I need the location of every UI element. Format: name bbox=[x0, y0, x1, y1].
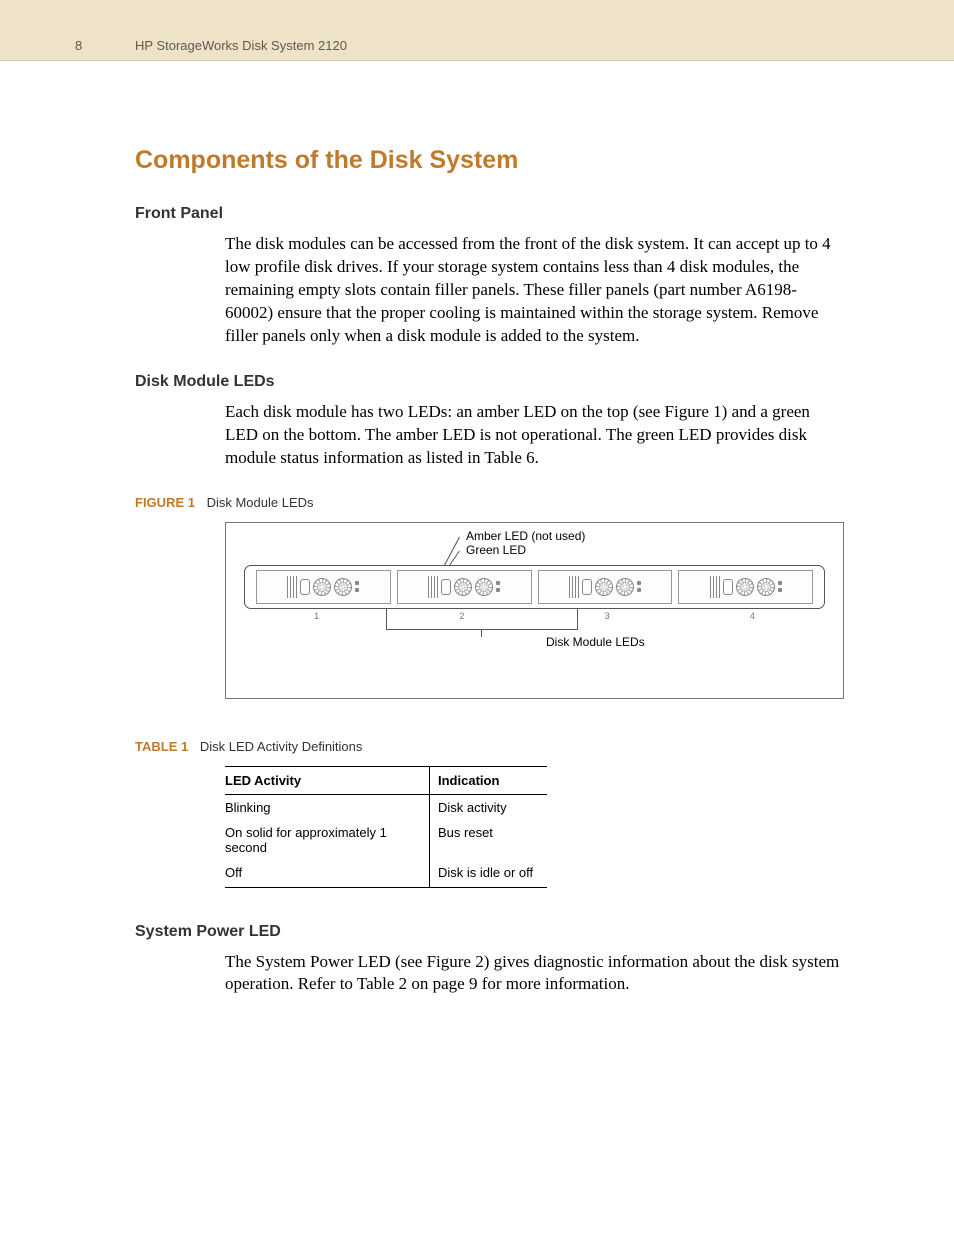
page-header: 8 HP StorageWorks Disk System 2120 bbox=[0, 0, 954, 61]
table-cell: Bus reset bbox=[430, 820, 548, 860]
bracket-stem bbox=[481, 629, 482, 637]
table-header: Indication bbox=[430, 766, 548, 794]
section-heading-front-panel: Front Panel bbox=[135, 205, 844, 223]
disk-module bbox=[397, 570, 532, 604]
section-heading-system-power-led: System Power LED bbox=[135, 923, 844, 941]
table-header-row: LED Activity Indication bbox=[225, 766, 547, 794]
table1-caption: TABLE 1 Disk LED Activity Definitions bbox=[135, 739, 844, 754]
slot-num: 3 bbox=[605, 611, 610, 621]
table-row: On solid for approximately 1 second Bus … bbox=[225, 820, 547, 860]
table1-caption-text: Disk LED Activity Definitions bbox=[200, 739, 363, 754]
section-body-system-power-led: The System Power LED (see Figure 2) give… bbox=[225, 951, 844, 997]
section-body-disk-module-leds: Each disk module has two LEDs: an amber … bbox=[225, 401, 844, 470]
figure1-label-amber: Amber LED (not used) bbox=[466, 529, 585, 543]
slot-num: 4 bbox=[750, 611, 755, 621]
disk-module bbox=[256, 570, 391, 604]
disk-module bbox=[678, 570, 813, 604]
page: 8 HP StorageWorks Disk System 2120 Compo… bbox=[0, 0, 954, 1235]
table-row: Off Disk is idle or off bbox=[225, 860, 547, 888]
section-heading-disk-module-leds: Disk Module LEDs bbox=[135, 373, 844, 391]
table1-caption-key: TABLE 1 bbox=[135, 739, 188, 754]
running-title: HP StorageWorks Disk System 2120 bbox=[135, 38, 347, 53]
table-cell: On solid for approximately 1 second bbox=[225, 820, 430, 860]
table1: LED Activity Indication Blinking Disk ac… bbox=[225, 766, 547, 888]
page-number: 8 bbox=[75, 38, 82, 53]
chassis-illustration bbox=[244, 565, 825, 609]
figure1-top-annotations: Amber LED (not used) Green LED bbox=[466, 529, 585, 558]
figure1-caption-text: Disk Module LEDs bbox=[207, 495, 314, 510]
content-area: Components of the Disk System Front Pane… bbox=[0, 61, 954, 1061]
table-row: Blinking Disk activity bbox=[225, 794, 547, 820]
figure1: Amber LED (not used) Green LED bbox=[225, 522, 844, 699]
figure1-caption: FIGURE 1 Disk Module LEDs bbox=[135, 495, 844, 510]
page-title: Components of the Disk System bbox=[135, 146, 844, 175]
table-cell: Off bbox=[225, 860, 430, 888]
table-cell: Blinking bbox=[225, 794, 430, 820]
figure1-label-bottom: Disk Module LEDs bbox=[546, 635, 645, 649]
section-body-front-panel: The disk modules can be accessed from th… bbox=[225, 233, 844, 348]
table-cell: Disk is idle or off bbox=[430, 860, 548, 888]
bracket-line bbox=[386, 609, 578, 630]
disk-module bbox=[538, 570, 673, 604]
slot-num: 1 bbox=[314, 611, 319, 621]
table-header: LED Activity bbox=[225, 766, 430, 794]
figure1-caption-key: FIGURE 1 bbox=[135, 495, 195, 510]
figure1-label-green: Green LED bbox=[466, 543, 585, 557]
table-cell: Disk activity bbox=[430, 794, 548, 820]
